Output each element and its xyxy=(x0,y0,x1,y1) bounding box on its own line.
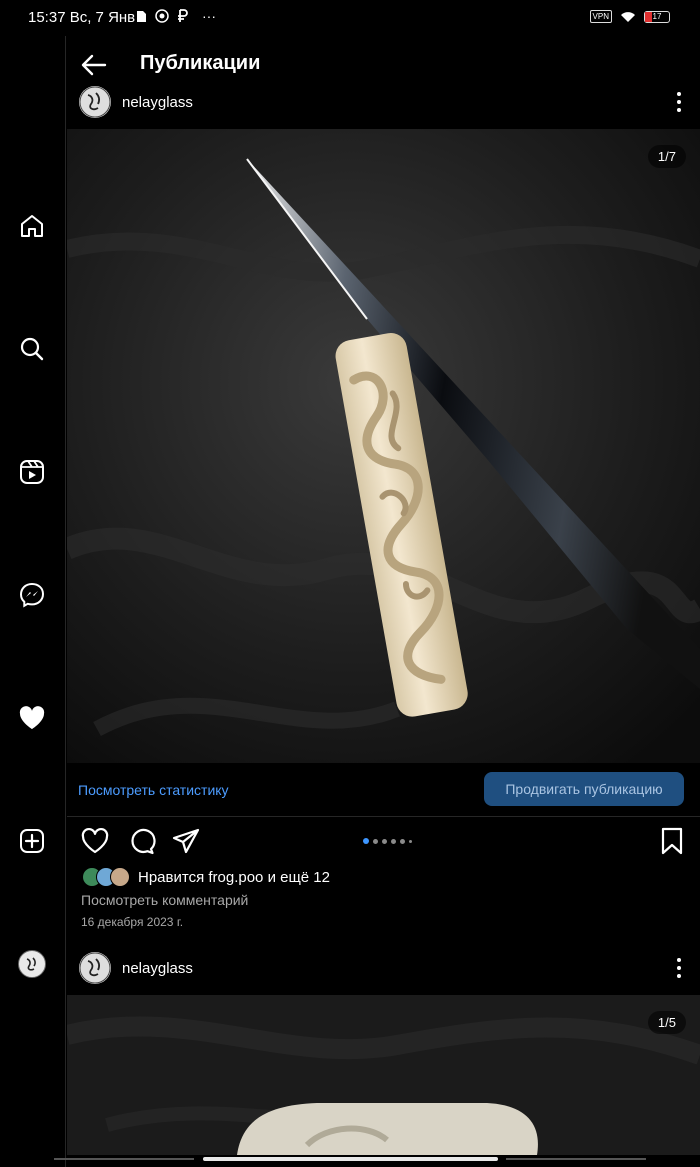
wifi-icon xyxy=(621,11,635,22)
more-options-icon[interactable] xyxy=(676,958,682,978)
post-image xyxy=(67,129,700,763)
system-icons: VPN 17 xyxy=(589,10,670,23)
post-avatar[interactable] xyxy=(79,952,111,984)
battery-level: 17 xyxy=(652,11,662,21)
eye-icon xyxy=(155,9,169,23)
more-options-icon[interactable] xyxy=(676,92,682,112)
liker-avatars xyxy=(82,867,134,887)
vpn-badge: VPN xyxy=(589,10,612,23)
bookmark-icon[interactable] xyxy=(657,826,687,856)
view-comments-link[interactable]: Посмотреть комментарий xyxy=(81,892,248,908)
heart-filled-icon[interactable] xyxy=(16,702,48,734)
carousel-indicator xyxy=(363,838,412,844)
profile-avatar[interactable] xyxy=(16,948,48,980)
status-time: 15:37 xyxy=(28,9,66,26)
comment-icon[interactable] xyxy=(126,826,156,856)
sim-card-icon xyxy=(137,10,146,22)
more-notifications: ··· xyxy=(202,8,216,24)
post-actions xyxy=(67,822,700,860)
likes-row[interactable]: Нравится frog.poo и ещё 12 xyxy=(82,866,330,888)
post-header: nelayglass xyxy=(67,948,700,988)
promote-button[interactable]: Продвигать публикацию xyxy=(484,772,684,806)
carousel-counter: 1/5 xyxy=(647,1011,686,1034)
post-image xyxy=(67,995,700,1155)
home-icon[interactable] xyxy=(16,210,48,242)
liker-avatar xyxy=(110,867,130,887)
side-nav xyxy=(0,36,66,1167)
status-bar: 15:37 Вс, 7 Янв ··· VPN 17 xyxy=(0,0,700,36)
search-icon[interactable] xyxy=(16,333,48,365)
status-time-date: 15:37 Вс, 7 Янв xyxy=(28,9,135,26)
messenger-icon[interactable] xyxy=(16,579,48,611)
notification-icons: ··· xyxy=(136,8,216,24)
post-header: nelayglass xyxy=(67,82,700,122)
battery-icon: 17 xyxy=(644,10,670,23)
post-username[interactable]: nelayglass xyxy=(122,94,193,111)
post-avatar[interactable] xyxy=(79,86,111,118)
gesture-bar[interactable] xyxy=(203,1157,498,1161)
status-date: Вс, 7 Янв xyxy=(69,9,136,26)
nav-divider xyxy=(506,1158,646,1160)
carousel-counter: 1/7 xyxy=(647,145,686,168)
back-arrow-icon[interactable] xyxy=(79,50,109,80)
create-icon[interactable] xyxy=(16,825,48,857)
view-insights-link[interactable]: Посмотреть статистику xyxy=(78,782,229,798)
page-title: Публикации xyxy=(140,52,261,74)
post-photo[interactable]: 1/7 xyxy=(67,129,700,763)
nav-divider xyxy=(54,1158,194,1160)
ruble-icon xyxy=(178,9,188,22)
post-date: 16 декабря 2023 г. xyxy=(81,915,184,929)
share-icon[interactable] xyxy=(171,826,201,856)
reels-icon[interactable] xyxy=(16,456,48,488)
post-photo[interactable]: 1/5 xyxy=(67,995,700,1155)
heart-icon[interactable] xyxy=(80,826,110,856)
likes-text: Нравится frog.poo и ещё 12 xyxy=(138,868,330,886)
post-insights-bar: Посмотреть статистику Продвигать публика… xyxy=(67,763,700,817)
post-username[interactable]: nelayglass xyxy=(122,960,193,977)
